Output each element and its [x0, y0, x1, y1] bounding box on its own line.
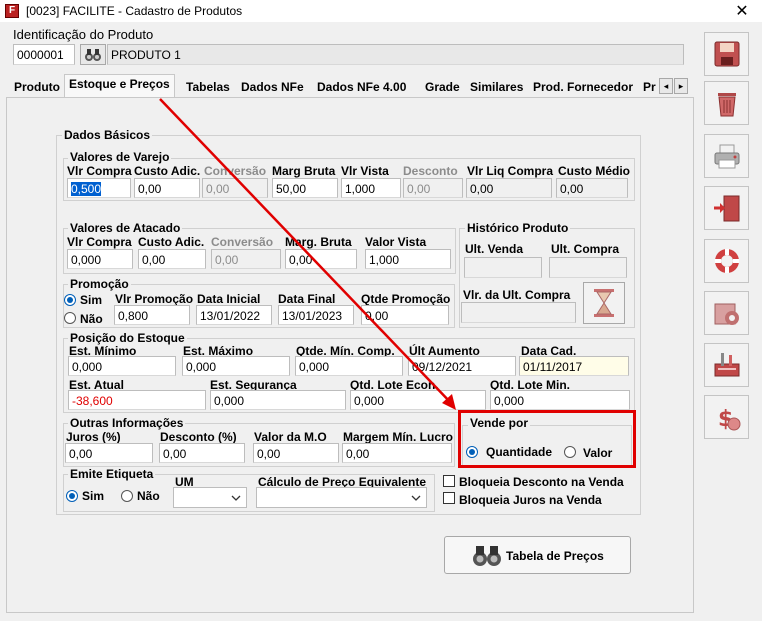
- annotation-arrow: [159, 98, 456, 410]
- tools-button[interactable]: [704, 343, 749, 387]
- save-icon: [714, 41, 740, 67]
- help-button[interactable]: [704, 239, 749, 283]
- money-icon: $: [718, 407, 741, 432]
- delete-button[interactable]: [704, 81, 749, 125]
- printer-icon: [714, 144, 740, 169]
- exit-door-icon: [714, 195, 740, 222]
- finance-button[interactable]: $: [704, 395, 749, 439]
- settings-box-icon: [714, 303, 739, 325]
- print-button[interactable]: [704, 134, 749, 178]
- trash-icon: [718, 93, 736, 117]
- settings-button[interactable]: [704, 291, 749, 335]
- tools-box-icon: [714, 353, 740, 377]
- save-button[interactable]: [704, 32, 749, 76]
- exit-button[interactable]: [704, 186, 749, 230]
- lifebuoy-icon: [715, 249, 739, 273]
